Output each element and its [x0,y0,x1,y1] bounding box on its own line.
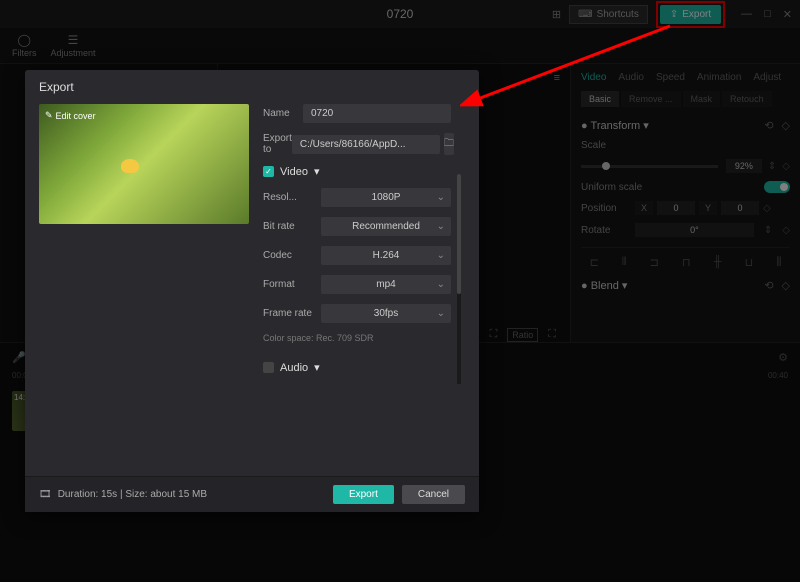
export-dialog: Export ✎ Edit cover Name Export to 🗀 [25,70,479,512]
folder-icon: 🗀 [444,136,454,153]
dialog-title: Export [25,70,479,104]
video-checkbox[interactable]: ✓ [263,166,274,177]
video-section-label: Video [280,166,308,178]
format-select[interactable]: mp4 [321,275,451,294]
name-label: Name [263,108,303,119]
bitrate-select[interactable]: Recommended [321,217,451,236]
pencil-icon: ✎ [45,110,53,121]
framerate-select[interactable]: 30fps [321,304,451,323]
bitrate-label: Bit rate [263,221,321,232]
framerate-label: Frame rate [263,308,321,319]
exportto-label: Export to [263,133,292,155]
edit-cover-button[interactable]: ✎ Edit cover [45,110,96,121]
name-input[interactable] [303,104,451,123]
cancel-button[interactable]: Cancel [402,485,465,504]
codec-select[interactable]: H.264 [321,246,451,265]
chevron-down-icon: ▾ [314,361,320,374]
resolution-select[interactable]: 1080P [321,188,451,207]
chevron-down-icon: ▾ [314,165,320,178]
resolution-label: Resol... [263,192,321,203]
cover-preview[interactable]: ✎ Edit cover [39,104,249,224]
audio-section-toggle[interactable]: Audio ▾ [263,361,451,374]
video-section-toggle[interactable]: ✓ Video ▾ [263,165,451,178]
duration-info: Duration: 15s | Size: about 15 MB [58,489,207,500]
codec-label: Codec [263,250,321,261]
film-icon: 🎞 [39,489,52,500]
colorspace-note: Color space: Rec. 709 SDR [263,333,451,343]
exportto-input[interactable] [292,135,440,154]
browse-folder-button[interactable]: 🗀 [444,133,454,155]
dialog-scrollbar[interactable] [457,174,461,384]
format-label: Format [263,279,321,290]
edit-cover-label: Edit cover [56,111,96,121]
audio-checkbox[interactable] [263,362,274,373]
audio-section-label: Audio [280,362,308,374]
export-confirm-button[interactable]: Export [333,485,394,504]
